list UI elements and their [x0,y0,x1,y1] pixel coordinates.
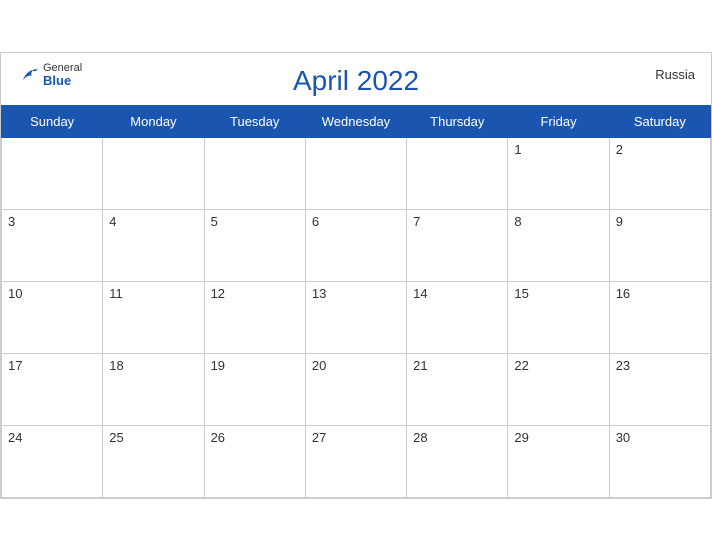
day-number: 6 [312,214,319,229]
day-number: 16 [616,286,630,301]
weekday-header-wednesday: Wednesday [305,105,406,137]
weekday-header-sunday: Sunday [2,105,103,137]
calendar-cell: 19 [204,353,305,425]
day-number: 15 [514,286,528,301]
day-number: 9 [616,214,623,229]
calendar: General Blue April 2022 Russia SundayMon… [0,52,712,499]
calendar-cell: 17 [2,353,103,425]
calendar-cell: 3 [2,209,103,281]
logo-bird-icon [17,64,39,86]
day-number: 23 [616,358,630,373]
calendar-cell: 12 [204,281,305,353]
logo-general: General [43,63,82,74]
calendar-tbody: 1234567891011121314151617181920212223242… [2,137,711,497]
day-number: 2 [616,142,623,157]
day-number: 30 [616,430,630,445]
calendar-cell: 4 [103,209,204,281]
week-row-4: 24 25 26 27 28 29 30 [2,425,711,497]
calendar-cell: 20 [305,353,406,425]
day-number: 27 [312,430,326,445]
country-label: Russia [655,67,695,82]
day-number: 18 [109,358,123,373]
day-number: 4 [109,214,116,229]
day-number: 7 [413,214,420,229]
calendar-cell: 8 [508,209,609,281]
weekday-header-friday: Friday [508,105,609,137]
day-number: 22 [514,358,528,373]
calendar-cell: 13 [305,281,406,353]
day-number: 17 [8,358,22,373]
logo-text: General Blue [43,63,82,87]
calendar-cell: 2 [609,137,710,209]
calendar-cell: 6 [305,209,406,281]
day-number: 11 [109,286,123,301]
calendar-cell [103,137,204,209]
calendar-cell [204,137,305,209]
calendar-thead: SundayMondayTuesdayWednesdayThursdayFrid… [2,105,711,137]
day-number: 5 [211,214,218,229]
day-number: 25 [109,430,123,445]
calendar-table: SundayMondayTuesdayWednesdayThursdayFrid… [1,105,711,498]
calendar-cell: 1 [508,137,609,209]
day-number: 20 [312,358,326,373]
day-number: 14 [413,286,427,301]
calendar-cell: 22 [508,353,609,425]
calendar-cell: 5 [204,209,305,281]
week-row-0: 12 [2,137,711,209]
day-number: 8 [514,214,521,229]
day-number: 24 [8,430,22,445]
calendar-cell: 25 [103,425,204,497]
calendar-header: General Blue April 2022 Russia [1,53,711,105]
day-number: 21 [413,358,427,373]
calendar-cell: 16 [609,281,710,353]
day-number: 3 [8,214,15,229]
calendar-cell: 15 [508,281,609,353]
calendar-cell: 14 [407,281,508,353]
weekday-header-monday: Monday [103,105,204,137]
weekday-header-tuesday: Tuesday [204,105,305,137]
calendar-cell [2,137,103,209]
weekday-header-thursday: Thursday [407,105,508,137]
day-number: 1 [514,142,521,157]
day-number: 29 [514,430,528,445]
day-number: 13 [312,286,326,301]
day-number: 26 [211,430,225,445]
day-number: 10 [8,286,22,301]
week-row-3: 17 18 19 20 21 22 23 [2,353,711,425]
calendar-cell: 26 [204,425,305,497]
calendar-cell: 23 [609,353,710,425]
day-number: 12 [211,286,225,301]
calendar-cell: 30 [609,425,710,497]
calendar-cell: 28 [407,425,508,497]
logo: General Blue [17,63,82,87]
calendar-cell [305,137,406,209]
calendar-cell: 11 [103,281,204,353]
calendar-cell: 10 [2,281,103,353]
weekday-header-row: SundayMondayTuesdayWednesdayThursdayFrid… [2,105,711,137]
day-number: 28 [413,430,427,445]
calendar-cell: 18 [103,353,204,425]
calendar-cell: 21 [407,353,508,425]
calendar-cell: 27 [305,425,406,497]
logo-blue: Blue [43,74,82,87]
week-row-2: 10 11 12 13 14 15 16 [2,281,711,353]
calendar-cell: 9 [609,209,710,281]
weekday-header-saturday: Saturday [609,105,710,137]
calendar-title: April 2022 [293,65,419,97]
calendar-cell: 7 [407,209,508,281]
calendar-cell: 29 [508,425,609,497]
calendar-cell [407,137,508,209]
day-number: 19 [211,358,225,373]
week-row-1: 3 4 5 6 7 8 9 [2,209,711,281]
calendar-cell: 24 [2,425,103,497]
